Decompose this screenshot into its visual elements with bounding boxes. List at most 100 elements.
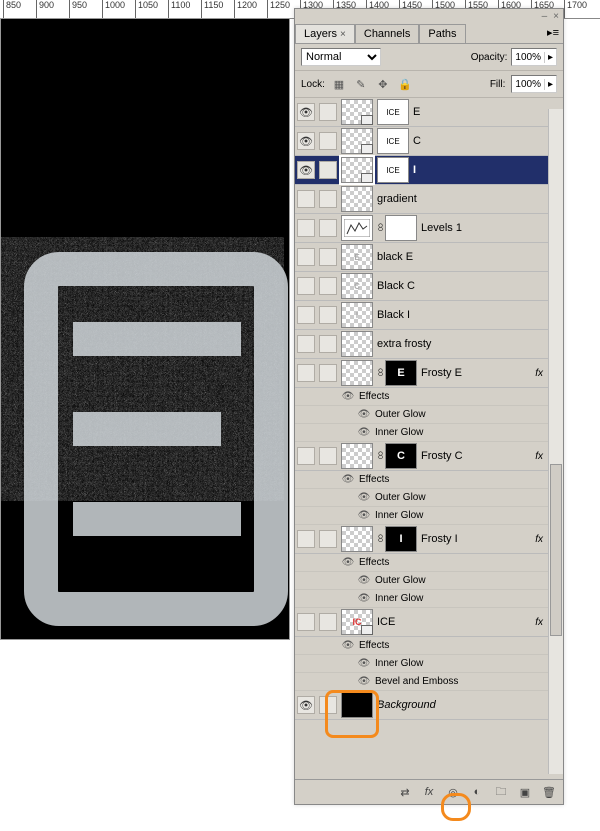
link-toggle[interactable] (319, 613, 337, 631)
layer-thumbnail[interactable] (341, 99, 373, 125)
layer-row[interactable]: E black E (295, 243, 563, 272)
close-icon[interactable]: × (340, 29, 346, 40)
link-layers-button[interactable]: ⇄ (397, 784, 413, 800)
layer-thumbnail[interactable] (341, 186, 373, 212)
mask-thumbnail[interactable]: ICE (377, 128, 409, 154)
eye-icon[interactable]: 👁 (357, 575, 371, 587)
eye-icon[interactable]: 👁 (341, 391, 355, 403)
visibility-toggle[interactable]: 👁 (297, 132, 315, 150)
visibility-toggle[interactable] (297, 447, 315, 465)
panel-close-button[interactable]: × (553, 11, 559, 22)
link-toggle[interactable] (319, 364, 337, 382)
layer-thumbnail[interactable]: I (341, 302, 373, 328)
eye-icon[interactable]: 👁 (357, 658, 371, 670)
layer-row[interactable]: I Black I (295, 301, 563, 330)
delete-layer-button[interactable]: 🗑 (541, 784, 557, 800)
tab-paths[interactable]: Paths (419, 24, 465, 43)
add-mask-button[interactable]: ◎ (445, 784, 461, 800)
effect-row[interactable]: 👁Bevel and Emboss (295, 673, 563, 691)
eye-icon[interactable]: 👁 (341, 474, 355, 486)
link-toggle[interactable] (319, 219, 337, 237)
layer-thumbnail[interactable]: C (341, 273, 373, 299)
link-toggle[interactable] (319, 190, 337, 208)
link-toggle[interactable] (319, 103, 337, 121)
fill-field[interactable]: 100%▸ (511, 75, 557, 93)
visibility-toggle[interactable] (297, 277, 315, 295)
layer-thumbnail[interactable] (341, 443, 373, 469)
document-canvas[interactable] (0, 18, 290, 640)
layer-row[interactable]: 👁 ICE E (295, 98, 563, 127)
mask-thumbnail[interactable]: ICE (377, 157, 409, 183)
mask-thumbnail[interactable]: C (385, 443, 417, 469)
layer-thumbnail[interactable]: IC (341, 609, 373, 635)
visibility-toggle[interactable] (297, 306, 315, 324)
eye-icon[interactable]: 👁 (357, 676, 371, 688)
mask-thumbnail[interactable]: I (385, 526, 417, 552)
blend-mode-select[interactable]: Normal (301, 48, 381, 66)
mask-thumbnail[interactable]: ICE (377, 99, 409, 125)
layer-thumbnail[interactable] (341, 526, 373, 552)
eye-icon[interactable]: 👁 (357, 593, 371, 605)
new-layer-button[interactable]: ▣ (517, 784, 533, 800)
visibility-toggle[interactable] (297, 248, 315, 266)
layer-name[interactable]: black E (377, 251, 561, 263)
layer-row[interactable]: 👁 Background 🔒 (295, 691, 563, 720)
layer-row[interactable]: 𝟾 I Frosty I fx ▴ (295, 525, 563, 554)
layer-row[interactable]: extra frosty (295, 330, 563, 359)
link-toggle[interactable] (319, 277, 337, 295)
effect-row[interactable]: 👁Inner Glow (295, 507, 563, 525)
visibility-toggle[interactable]: 👁 (297, 696, 315, 714)
layer-name[interactable]: Frosty C (421, 450, 531, 462)
tab-channels[interactable]: Channels (355, 24, 419, 43)
new-group-button[interactable]: 🗀 (493, 784, 509, 800)
layer-row[interactable]: C Black C (295, 272, 563, 301)
link-toggle[interactable] (319, 161, 337, 179)
layer-name[interactable]: gradient (377, 193, 561, 205)
layer-thumbnail[interactable]: E (341, 244, 373, 270)
layer-thumbnail[interactable] (341, 128, 373, 154)
layer-name[interactable]: extra frosty (377, 338, 561, 350)
layer-name[interactable]: E (413, 106, 561, 118)
link-toggle[interactable] (319, 447, 337, 465)
layer-name[interactable]: ICE (377, 616, 531, 628)
link-toggle[interactable] (319, 132, 337, 150)
effects-heading[interactable]: 👁Effects (295, 554, 563, 572)
visibility-toggle[interactable]: 👁 (297, 161, 315, 179)
layer-row[interactable]: gradient (295, 185, 563, 214)
adjustment-thumbnail[interactable] (341, 215, 373, 241)
layer-row[interactable]: IC ICE fx ▴ (295, 608, 563, 637)
eye-icon[interactable]: 👁 (357, 510, 371, 522)
layer-name[interactable]: Black I (377, 309, 561, 321)
effects-heading[interactable]: 👁Effects (295, 471, 563, 489)
visibility-toggle[interactable] (297, 364, 315, 382)
layer-row[interactable]: 𝟾 Levels 1 (295, 214, 563, 243)
layer-name[interactable]: Frosty I (421, 533, 531, 545)
effect-row[interactable]: 👁Outer Glow (295, 572, 563, 590)
layer-name[interactable]: Black C (377, 280, 561, 292)
link-toggle[interactable] (319, 696, 337, 714)
layer-thumbnail[interactable] (341, 157, 373, 183)
layer-thumbnail[interactable] (341, 360, 373, 386)
opacity-field[interactable]: 100%▸ (511, 48, 557, 66)
layers-scrollbar[interactable] (548, 109, 563, 774)
lock-pixels-icon[interactable]: ✎ (353, 76, 369, 92)
visibility-toggle[interactable] (297, 530, 315, 548)
visibility-toggle[interactable] (297, 190, 315, 208)
layer-row-selected[interactable]: 👁 ICE I (295, 156, 563, 185)
layer-style-button[interactable]: fx (421, 784, 437, 800)
effect-row[interactable]: 👁Inner Glow (295, 424, 563, 442)
eye-icon[interactable]: 👁 (341, 640, 355, 652)
layer-row[interactable]: 𝟾 C Frosty C fx ▴ (295, 442, 563, 471)
link-toggle[interactable] (319, 306, 337, 324)
scrollbar-thumb[interactable] (550, 464, 562, 636)
mask-thumbnail[interactable]: E (385, 360, 417, 386)
layer-row[interactable]: 𝟾 E Frosty E fx ▴ (295, 359, 563, 388)
lock-all-icon[interactable]: 🔒 (397, 76, 413, 92)
effect-row[interactable]: 👁Inner Glow (295, 655, 563, 673)
layer-thumbnail[interactable] (341, 692, 373, 718)
eye-icon[interactable]: 👁 (357, 409, 371, 421)
tab-layers[interactable]: Layers× (295, 24, 355, 43)
layer-name[interactable]: I (413, 164, 561, 176)
eye-icon[interactable]: 👁 (357, 492, 371, 504)
layer-name[interactable]: Frosty E (421, 367, 531, 379)
